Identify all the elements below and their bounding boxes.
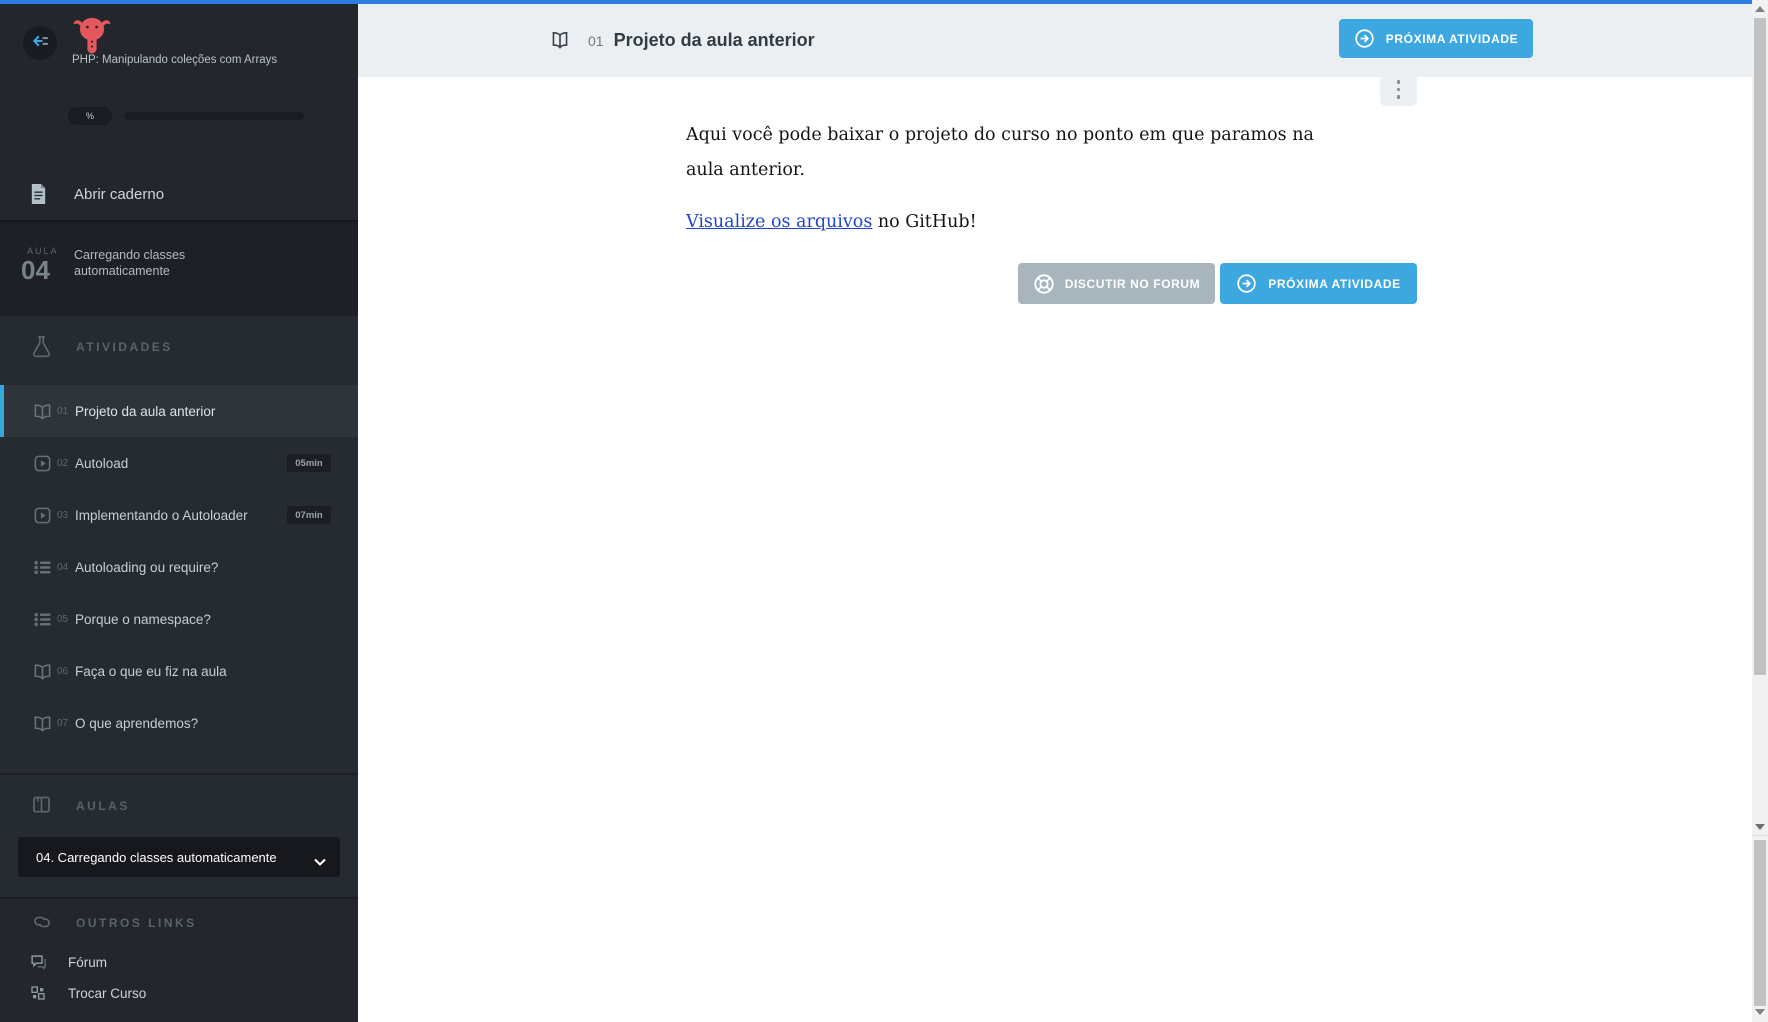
link-suffix-text: no GitHub! (872, 212, 977, 232)
view-files-link[interactable]: Visualize os arquivos (686, 212, 872, 232)
activity-content: Aqui você pode baixar o projeto do curso… (686, 77, 1417, 304)
activity-item-02[interactable]: 02 Autoload 05min (0, 437, 358, 489)
activity-item-01[interactable]: 01 Projeto da aula anterior (0, 385, 358, 437)
other-links-section-header: OUTROS LINKS (0, 899, 358, 947)
lessons-section-header: AULAS (0, 775, 358, 837)
scrollbar-divider (1752, 835, 1768, 836)
top-accent-bar (0, 0, 1752, 4)
alura-course-page: PHP: Manipulando coleções com Arrays % A… (0, 0, 1768, 1022)
activity-paragraph: Aqui você pode baixar o projeto do curso… (686, 125, 1314, 180)
arrow-circle-right-icon (1236, 273, 1257, 294)
activity-label: Implementando o Autoloader (75, 507, 248, 523)
progress-percent-badge: % (68, 107, 112, 125)
video-icon (33, 454, 52, 473)
lessons-section: AULAS 04. Carregando classes automaticam… (0, 773, 358, 899)
github-link-line: Visualize os arquivos no GitHub! (686, 212, 1417, 232)
activity-item-05[interactable]: 05 Porque o namespace? (0, 593, 358, 645)
next-activity-button-top[interactable]: PRÓXIMA ATIVIDADE (1339, 19, 1533, 58)
flask-icon (31, 336, 52, 358)
activity-label: Faça o que eu fiz na aula (75, 663, 227, 679)
activity-item-04[interactable]: 04 Autoloading ou require? (0, 541, 358, 593)
video-icon (33, 506, 52, 525)
activities-section-header: ATIVIDADES (0, 316, 358, 378)
book-icon (31, 795, 52, 817)
activity-item-06[interactable]: 06 Faça o que eu fiz na aula (0, 645, 358, 697)
life-ring-icon (1033, 273, 1054, 294)
activities-list: 01 Projeto da aula anterior 02 Autoload … (0, 385, 358, 749)
progress-bar (124, 112, 304, 120)
activity-label: Autoloading ou require? (75, 559, 219, 575)
course-title: PHP: Manipulando coleções com Arrays (72, 54, 278, 66)
current-lesson-banner: AULA 04 Carregando classes automaticamen… (0, 220, 358, 318)
scroll-down-arrow[interactable] (1755, 824, 1765, 830)
activity-number: 07 (57, 717, 69, 729)
activity-label: Porque o namespace? (75, 611, 211, 627)
chevron-down-icon (314, 853, 326, 866)
discuss-forum-button[interactable]: DISCUTIR NO FORUM (1018, 263, 1215, 304)
activity-item-03[interactable]: 03 Implementando o Autoloader 07min (0, 489, 358, 541)
activity-label: Projeto da aula anterior (75, 403, 216, 419)
back-arrow-icon (30, 31, 50, 56)
scrollbar-thumb[interactable] (1754, 18, 1766, 675)
discuss-forum-label: DISCUTIR NO FORUM (1064, 276, 1201, 291)
activity-label: Autoload (75, 455, 129, 471)
scroll-down-arrow-outer[interactable] (1755, 1009, 1765, 1015)
book-open-icon (33, 714, 52, 733)
activity-label: O que aprendemos? (75, 715, 199, 731)
page-title: Projeto da aula anterior (613, 30, 815, 50)
book-open-icon (550, 31, 570, 50)
book-open-icon (33, 402, 52, 421)
scroll-up-arrow[interactable] (1755, 6, 1765, 12)
open-notebook-label: Abrir caderno (74, 185, 165, 203)
collapse-sidebar-button[interactable] (23, 26, 57, 60)
activity-number: 03 (57, 509, 69, 521)
lesson-number: 04 (21, 255, 50, 285)
sidebar-item-change-course[interactable]: Trocar Curso (0, 978, 358, 1009)
activity-number: 02 (57, 457, 69, 469)
book-open-icon (33, 662, 52, 681)
lesson-title: Carregando classes automaticamente (74, 248, 186, 278)
activity-header: 01 Projeto da aula anterior PRÓXIMA ATIV… (358, 4, 1752, 77)
duration-badge: 07min (287, 506, 331, 524)
duration-badge: 05min (287, 454, 331, 472)
next-activity-label: PRÓXIMA ATIVIDADE (1268, 276, 1401, 291)
course-progress: % (68, 107, 308, 125)
list-icon (33, 558, 52, 577)
vertical-scrollbar[interactable] (1752, 0, 1768, 1022)
activity-number: 04 (57, 561, 69, 573)
sidebar-item-open-notebook[interactable]: Abrir caderno (0, 170, 358, 218)
lessons-header-label: AULAS (76, 799, 130, 813)
forum-label: Fórum (68, 955, 108, 970)
lesson-select-value: 04. Carregando classes automaticamente (36, 849, 277, 865)
activity-number: 01 (57, 405, 69, 417)
link-icon (31, 912, 52, 934)
main-area: 01 Projeto da aula anterior PRÓXIMA ATIV… (358, 0, 1752, 1022)
activities-section: ATIVIDADES 01 Projeto da aula anterior 0… (0, 316, 358, 773)
activity-number: 05 (57, 613, 69, 625)
activity-item-07[interactable]: 07 O que aprendemos? (0, 697, 358, 749)
document-icon (30, 184, 47, 204)
sidebar: PHP: Manipulando coleções com Arrays % A… (0, 0, 358, 1022)
activity-header-number: 01 (588, 32, 604, 49)
activities-header-label: ATIVIDADES (76, 340, 173, 354)
sidebar-item-forum[interactable]: Fórum (0, 947, 358, 978)
scrollbar-thumb-outer[interactable] (1754, 840, 1766, 1006)
activity-actions: DISCUTIR NO FORUM PRÓXIMA ATIVIDADE (686, 263, 1417, 304)
chat-bubbles-icon (30, 954, 47, 971)
list-icon (33, 610, 52, 629)
lesson-select-dropdown[interactable]: 04. Carregando classes automaticamente (18, 837, 340, 877)
grid-icon (30, 985, 47, 1002)
arrow-circle-right-icon (1354, 28, 1375, 49)
activity-number: 06 (57, 665, 69, 677)
other-links-header-label: OUTROS LINKS (76, 916, 197, 930)
php-elephant-logo-icon (72, 13, 112, 57)
other-links-section: OUTROS LINKS Fórum Trocar Curso (0, 897, 358, 1022)
next-activity-button-bottom[interactable]: PRÓXIMA ATIVIDADE (1220, 263, 1417, 304)
change-course-label: Trocar Curso (68, 986, 147, 1001)
next-activity-label: PRÓXIMA ATIVIDADE (1385, 31, 1519, 46)
